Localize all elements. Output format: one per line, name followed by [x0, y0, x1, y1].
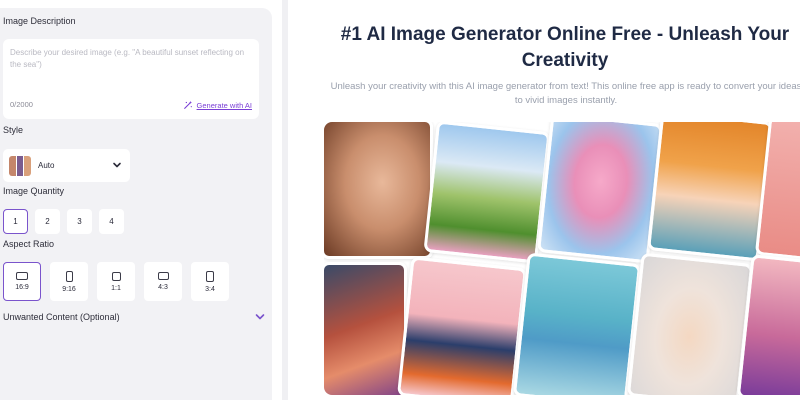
quantity-option-3[interactable]: 3 [67, 209, 92, 234]
generate-with-ai-button[interactable]: Generate with AI [183, 100, 252, 110]
quantity-option-4[interactable]: 4 [99, 209, 124, 234]
portrait-ratio-icon [65, 270, 73, 282]
style-dropdown[interactable]: Auto [3, 149, 130, 182]
style-label: Style [3, 125, 24, 135]
page-title: #1 AI Image Generator Online Free - Unle… [340, 24, 790, 71]
aspect-ratio-4-3-label: 4:3 [158, 284, 168, 291]
image-description-input[interactable]: Describe your desired image (e.g. "A bea… [3, 39, 259, 119]
page-subtitle: Unleash your creativity with this AI ima… [330, 81, 800, 106]
aspect-ratio-1-1-label: 1:1 [111, 284, 121, 292]
aspect-ratio-3-4-label: 3:4 [205, 285, 215, 293]
example-image-redhead-smiling [646, 122, 774, 262]
aspect-ratio-label: Aspect Ratio [3, 239, 55, 249]
aspect-ratio-4-3[interactable]: 4:3 [144, 262, 182, 301]
unwanted-content-label: Unwanted Content (Optional) [3, 312, 120, 322]
landscape-ratio-icon [157, 272, 169, 280]
example-gallery [324, 122, 800, 395]
aspect-ratio-9-16[interactable]: 9:16 [50, 262, 88, 301]
chevron-down-icon [113, 162, 121, 168]
aspect-ratio-16-9[interactable]: 16:9 [3, 262, 41, 301]
example-image-woman-blue-outfit [512, 252, 642, 395]
square-ratio-icon [111, 271, 121, 281]
chevron-down-icon [255, 314, 265, 320]
magic-wand-icon [183, 100, 192, 109]
style-selected-value: Auto [38, 161, 55, 170]
example-image-baby [626, 252, 754, 395]
quantity-option-1[interactable]: 1 [3, 209, 28, 234]
aspect-ratio-9-16-label: 9:16 [62, 285, 76, 293]
unwanted-content-toggle[interactable]: Unwanted Content (Optional) [3, 310, 265, 324]
portrait-ratio-icon [206, 270, 214, 282]
style-thumbnail [9, 155, 31, 176]
panel-divider [282, 0, 288, 400]
image-quantity-label: Image Quantity [3, 186, 65, 196]
char-count: 0/2000 [10, 100, 33, 109]
aspect-ratio-1-1[interactable]: 1:1 [97, 262, 135, 301]
example-image-anime-girl [397, 256, 527, 395]
image-description-label: Image Description [3, 16, 76, 26]
example-image-landscape-flowers [423, 122, 551, 264]
generate-with-ai-label: Generate with AI [196, 100, 252, 110]
settings-panel: Image Description Describe your desired … [0, 8, 272, 400]
example-image-candy-tower [536, 122, 664, 264]
aspect-ratio-3-4[interactable]: 3:4 [191, 262, 229, 301]
example-image-portrait-woman [324, 122, 433, 259]
example-image-couple [324, 262, 407, 395]
quantity-option-2[interactable]: 2 [35, 209, 60, 234]
aspect-ratio-16-9-label: 16:9 [15, 284, 29, 291]
landscape-ratio-icon [16, 272, 28, 280]
image-description-placeholder: Describe your desired image (e.g. "A bea… [10, 48, 245, 69]
app-root: Image Description Describe your desired … [0, 0, 800, 400]
